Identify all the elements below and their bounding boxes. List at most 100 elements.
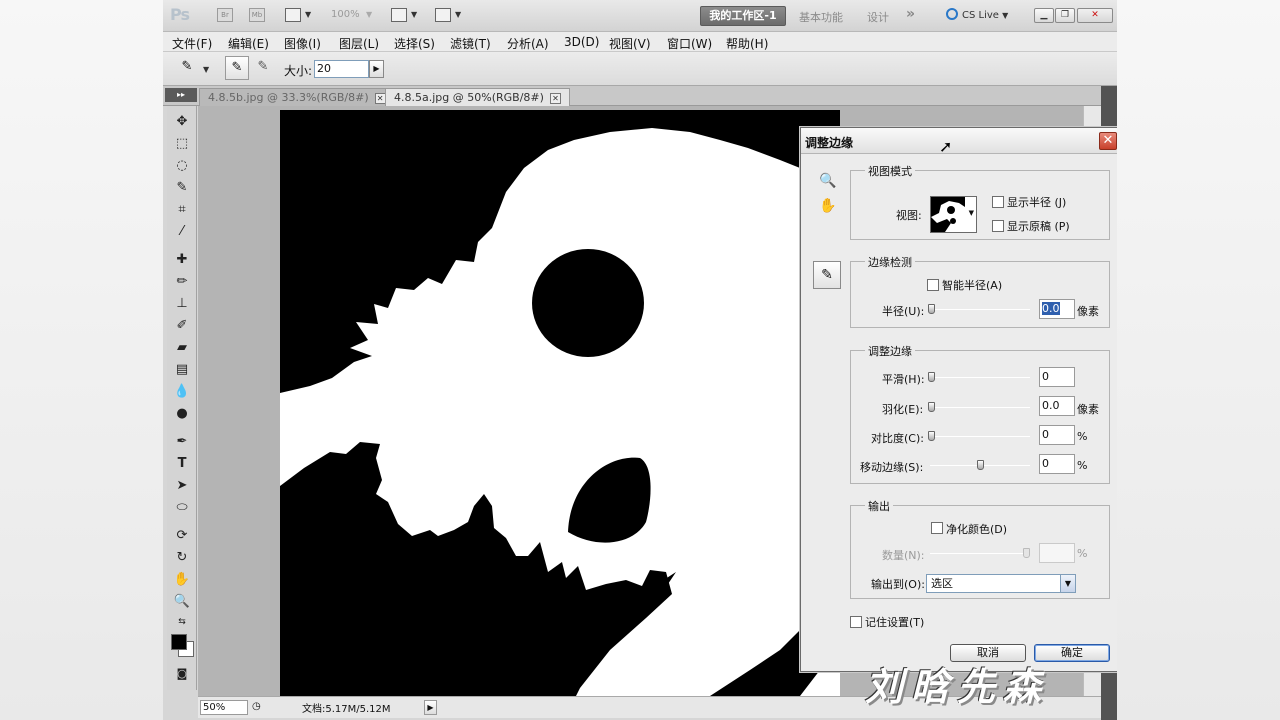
swap-colors-icon[interactable]: ⇆ bbox=[171, 612, 193, 632]
menu-3d[interactable]: 3D(D) bbox=[564, 35, 599, 49]
refine-radius-tool-button[interactable]: ✎ bbox=[813, 261, 841, 289]
shift-edge-input[interactable]: 0 bbox=[1039, 454, 1075, 474]
clone-stamp-tool-icon[interactable]: ⊥ bbox=[171, 294, 193, 314]
eraser-tool-icon[interactable]: ▰ bbox=[171, 338, 193, 358]
move-tool-icon[interactable]: ✥ bbox=[171, 112, 193, 132]
eyedropper-tool-icon[interactable]: ⁄ bbox=[171, 222, 193, 242]
menu-edit[interactable]: 编辑(E) bbox=[228, 35, 269, 52]
marquee-tool-icon[interactable]: ⬚ bbox=[171, 134, 193, 154]
close-icon[interactable]: ✕ bbox=[549, 93, 561, 104]
smooth-input[interactable]: 0 bbox=[1039, 367, 1075, 387]
smooth-slider[interactable] bbox=[928, 372, 1030, 382]
radius-slider-thumb[interactable] bbox=[928, 304, 935, 314]
toolbox-collapse-icon[interactable]: ▸▸ bbox=[165, 88, 197, 102]
restore-button[interactable]: ❐ bbox=[1055, 8, 1075, 23]
brush-size-input[interactable]: 20 bbox=[314, 60, 369, 78]
output-to-select[interactable]: 选区 ▼ bbox=[926, 574, 1076, 593]
3d-orbit-tool-icon[interactable]: ↻ bbox=[171, 548, 193, 568]
document-image[interactable] bbox=[280, 110, 840, 696]
blur-tool-icon[interactable]: 💧 bbox=[171, 382, 193, 402]
shift-edge-slider-thumb[interactable] bbox=[977, 460, 984, 470]
history-brush-tool-icon[interactable]: ✐ bbox=[171, 316, 193, 336]
chevron-right-icon[interactable]: ▶ bbox=[424, 700, 437, 715]
minimize-button[interactable]: ▁ bbox=[1034, 8, 1054, 23]
zoom-field[interactable]: 50% bbox=[200, 700, 248, 715]
contrast-input[interactable]: 0 bbox=[1039, 425, 1075, 445]
erase-refinements-icon[interactable]: ✎ bbox=[251, 56, 275, 80]
smooth-slider-thumb[interactable] bbox=[928, 372, 935, 382]
menu-view[interactable]: 视图(V) bbox=[609, 35, 651, 52]
feather-input[interactable]: 0.0 bbox=[1039, 396, 1075, 416]
menu-file[interactable]: 文件(F) bbox=[172, 35, 212, 52]
3d-rotate-tool-icon[interactable]: ⟳ bbox=[171, 526, 193, 546]
radius-input[interactable]: 0.0 bbox=[1039, 299, 1075, 319]
chevron-down-icon[interactable]: ▼ bbox=[455, 10, 461, 19]
contrast-slider[interactable] bbox=[928, 431, 1030, 441]
menu-image[interactable]: 图像(I) bbox=[284, 35, 321, 52]
show-original-checkbox[interactable] bbox=[992, 220, 1004, 232]
toolbox: ✥ ⬚ ◌ ✎ ⌗ ⁄ ✚ ✏ ⊥ ✐ ▰ ▤ 💧 ● ✒ T ➤ ⬭ ⟳ ↻ … bbox=[167, 106, 197, 690]
workspace-active-button[interactable]: 我的工作区-1 bbox=[700, 6, 786, 26]
dialog-title-bar[interactable]: 调整边缘 ✕ bbox=[801, 128, 1117, 154]
chevron-down-icon[interactable]: ▼ bbox=[969, 209, 974, 217]
arrange-documents-icon[interactable] bbox=[391, 8, 407, 22]
ellipse-tool-icon[interactable]: ⬭ bbox=[171, 498, 193, 518]
chevron-down-icon[interactable]: ▼ bbox=[366, 10, 372, 19]
decontaminate-colors-checkbox[interactable] bbox=[931, 522, 943, 534]
status-icon[interactable]: ◷ bbox=[252, 701, 261, 712]
feather-slider[interactable] bbox=[928, 402, 1030, 412]
cs-live-button[interactable]: CS Live ▼ bbox=[946, 8, 1008, 21]
menu-help[interactable]: 帮助(H) bbox=[726, 35, 768, 52]
contrast-slider-thumb[interactable] bbox=[928, 431, 935, 441]
chevron-down-icon[interactable]: ▼ bbox=[1060, 575, 1075, 592]
zoom-level[interactable]: 100% bbox=[331, 9, 360, 20]
chevron-down-icon[interactable]: ▼ bbox=[203, 65, 209, 74]
hand-tool-icon[interactable]: ✋ bbox=[819, 198, 836, 214]
type-tool-icon[interactable]: T bbox=[171, 454, 193, 474]
menu-layer[interactable]: 图层(L) bbox=[339, 35, 379, 52]
radius-slider[interactable] bbox=[928, 304, 1030, 314]
feather-slider-thumb[interactable] bbox=[928, 402, 935, 412]
chevron-down-icon[interactable]: ▼ bbox=[305, 10, 311, 19]
menu-analysis[interactable]: 分析(A) bbox=[507, 35, 549, 52]
foreground-color-swatch[interactable] bbox=[171, 634, 187, 650]
zoom-tool-icon[interactable]: 🔍 bbox=[819, 173, 836, 189]
hand-tool-icon[interactable]: ✋ bbox=[171, 570, 193, 590]
minibridge-icon[interactable]: Mb bbox=[249, 8, 265, 22]
gradient-tool-icon[interactable]: ▤ bbox=[171, 360, 193, 380]
more-workspaces-icon[interactable]: » bbox=[906, 6, 915, 22]
path-selection-tool-icon[interactable]: ➤ bbox=[171, 476, 193, 496]
lasso-tool-icon[interactable]: ◌ bbox=[171, 156, 193, 176]
quick-selection-tool-icon[interactable]: ✎ bbox=[171, 178, 193, 198]
brush-tool-icon[interactable]: ✏ bbox=[171, 272, 193, 292]
workspace-essentials[interactable]: 基本功能 bbox=[799, 9, 843, 25]
tab-document-b[interactable]: 4.8.5b.jpg @ 33.3%(RGB/8#) ✕ bbox=[199, 88, 395, 106]
tab-document-a[interactable]: 4.8.5a.jpg @ 50%(RGB/8#) ✕ bbox=[385, 88, 570, 106]
screen-mode-icon[interactable] bbox=[435, 8, 451, 22]
refine-radius-brush-icon[interactable]: ✎ bbox=[225, 56, 249, 80]
chevron-right-icon[interactable]: ▶ bbox=[369, 60, 384, 78]
healing-brush-tool-icon[interactable]: ✚ bbox=[171, 250, 193, 270]
refine-radius-tool-icon[interactable]: ✎ bbox=[175, 56, 199, 80]
zoom-tool-icon[interactable]: 🔍 bbox=[171, 592, 193, 612]
dodge-tool-icon[interactable]: ● bbox=[171, 404, 193, 424]
smart-radius-label: 智能半径(A) bbox=[942, 279, 1003, 292]
close-icon[interactable]: ✕ bbox=[374, 93, 386, 104]
bridge-icon[interactable]: Br bbox=[217, 8, 233, 22]
menu-select[interactable]: 选择(S) bbox=[394, 35, 435, 52]
show-radius-checkbox[interactable] bbox=[992, 196, 1004, 208]
menu-filter[interactable]: 滤镜(T) bbox=[450, 35, 491, 52]
menu-window[interactable]: 窗口(W) bbox=[667, 35, 712, 52]
quick-mask-icon[interactable]: ◙ bbox=[171, 664, 193, 684]
chevron-down-icon[interactable]: ▼ bbox=[411, 10, 417, 19]
pen-tool-icon[interactable]: ✒ bbox=[171, 432, 193, 452]
view-mode-picker[interactable]: ▼ bbox=[930, 196, 977, 233]
view-extras-icon[interactable] bbox=[285, 8, 301, 22]
dialog-close-button[interactable]: ✕ bbox=[1099, 132, 1117, 150]
remember-settings-checkbox[interactable] bbox=[850, 616, 862, 628]
shift-edge-slider[interactable] bbox=[930, 460, 1030, 470]
smart-radius-checkbox[interactable] bbox=[927, 279, 939, 291]
close-button[interactable]: ✕ bbox=[1077, 8, 1113, 23]
workspace-design[interactable]: 设计 bbox=[867, 9, 889, 25]
crop-tool-icon[interactable]: ⌗ bbox=[171, 200, 193, 220]
